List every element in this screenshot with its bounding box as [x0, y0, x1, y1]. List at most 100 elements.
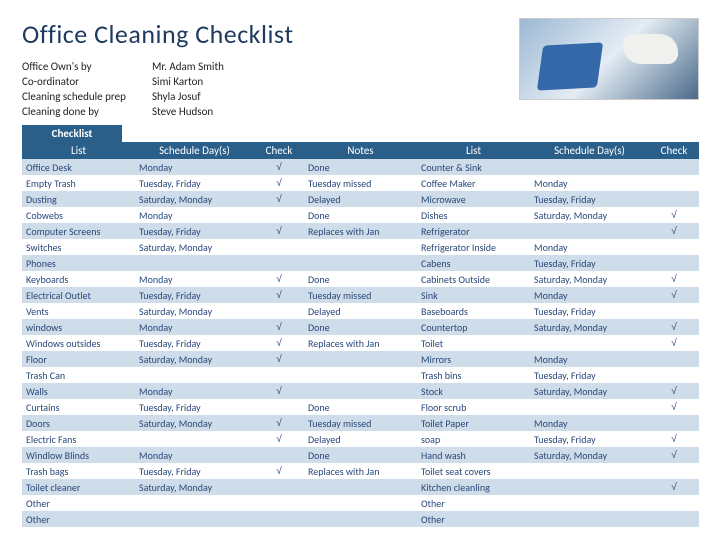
list-left: Trash bags	[22, 463, 135, 479]
list-left: Vents	[22, 303, 135, 319]
check-left	[254, 255, 304, 271]
cleaning-photo	[519, 18, 699, 100]
schedule-right	[530, 463, 649, 479]
list-right: Cabens	[417, 255, 530, 271]
list-right: Dishes	[417, 207, 530, 223]
checklist-section-label: Checklist	[22, 125, 122, 142]
table-row: Trash CanTrash binsTuesday, Friday	[22, 367, 699, 383]
list-right: Coffee Maker	[417, 175, 530, 191]
notes	[304, 383, 417, 399]
list-left: Keyboards	[22, 271, 135, 287]
notes: Done	[304, 159, 417, 175]
table-row: Windlow BlindsMondayDoneHand washSaturda…	[22, 447, 699, 463]
list-left: Phones	[22, 255, 135, 271]
list-left: Electric Fans	[22, 431, 135, 447]
table-header-row: ListSchedule Day(s)CheckNotesListSchedul…	[22, 142, 699, 159]
schedule-right: Monday	[530, 415, 649, 431]
notes: Delayed	[304, 303, 417, 319]
schedule-left: Saturday, Monday	[135, 415, 254, 431]
schedule-left: Tuesday, Friday	[135, 223, 254, 239]
list-left: Office Desk	[22, 159, 135, 175]
notes	[304, 239, 417, 255]
schedule-right	[530, 479, 649, 495]
table-row: OtherOther	[22, 495, 699, 511]
list-right: Toilet seat covers	[417, 463, 530, 479]
table-row: CobwebsMondayDoneDishesSaturday, Monday√	[22, 207, 699, 223]
notes	[304, 495, 417, 511]
check-left	[254, 479, 304, 495]
list-right: Cabinets Outside	[417, 271, 530, 287]
check-right	[649, 175, 699, 191]
table-row: Computer ScreensTuesday, Friday√Replaces…	[22, 223, 699, 239]
check-right	[649, 191, 699, 207]
meta-label: Co-ordinator	[22, 75, 152, 90]
notes	[304, 511, 417, 527]
meta-label: Cleaning schedule prep	[22, 90, 152, 105]
list-left: Floor	[22, 351, 135, 367]
list-right: Refrigerator	[417, 223, 530, 239]
schedule-left: Monday	[135, 271, 254, 287]
list-right: soap	[417, 431, 530, 447]
list-left: Windows outsides	[22, 335, 135, 351]
check-right: √	[649, 399, 699, 415]
notes	[304, 479, 417, 495]
check-left	[254, 511, 304, 527]
check-left	[254, 495, 304, 511]
list-left: Walls	[22, 383, 135, 399]
schedule-right: Tuesday, Friday	[530, 431, 649, 447]
schedule-left: Saturday, Monday	[135, 239, 254, 255]
check-right: √	[649, 335, 699, 351]
schedule-right: Monday	[530, 351, 649, 367]
schedule-left: Saturday, Monday	[135, 303, 254, 319]
check-right: √	[649, 447, 699, 463]
list-left: Doors	[22, 415, 135, 431]
schedule-right: Saturday, Monday	[530, 447, 649, 463]
meta-line: Co-ordinatorSimi Karton	[22, 75, 509, 90]
list-right: Toilet Paper	[417, 415, 530, 431]
schedule-right	[530, 335, 649, 351]
table-row: DustingSaturday, Monday√DelayedMicrowave…	[22, 191, 699, 207]
check-right: √	[649, 271, 699, 287]
meta-block: Office Cleaning Checklist Office Own's b…	[22, 18, 509, 119]
check-right: √	[649, 479, 699, 495]
notes: Done	[304, 207, 417, 223]
check-left	[254, 207, 304, 223]
table-row: Phones CabensTuesday, Friday	[22, 255, 699, 271]
check-right	[649, 367, 699, 383]
check-right	[649, 495, 699, 511]
schedule-left: Tuesday, Friday	[135, 463, 254, 479]
schedule-right	[530, 223, 649, 239]
column-header: Check	[649, 142, 699, 159]
table-row: windowsMonday√DoneCountertopSaturday, Mo…	[22, 319, 699, 335]
check-right	[649, 463, 699, 479]
list-left: Electrical Outlet	[22, 287, 135, 303]
check-right: √	[649, 383, 699, 399]
column-header: Check	[254, 142, 304, 159]
list-right: Trash bins	[417, 367, 530, 383]
check-left	[254, 303, 304, 319]
check-left: √	[254, 415, 304, 431]
list-right: Kitchen cleanling	[417, 479, 530, 495]
schedule-left: Monday	[135, 159, 254, 175]
schedule-left: Tuesday, Friday	[135, 335, 254, 351]
schedule-left	[135, 511, 254, 527]
schedule-right: Tuesday, Friday	[530, 255, 649, 271]
check-left: √	[254, 463, 304, 479]
notes: Replaces with Jan	[304, 463, 417, 479]
list-left: Other	[22, 495, 135, 511]
meta-value: Mr. Adam Smith	[152, 60, 224, 75]
notes: Delayed	[304, 191, 417, 207]
list-left: windows	[22, 319, 135, 335]
check-left: √	[254, 287, 304, 303]
column-header: List	[417, 142, 530, 159]
table-row: WallsMonday√StockSaturday, Monday√	[22, 383, 699, 399]
schedule-left: Saturday, Monday	[135, 351, 254, 367]
schedule-left: Saturday, Monday	[135, 479, 254, 495]
list-right: Hand wash	[417, 447, 530, 463]
meta-value: Shyla Josuf	[152, 90, 201, 105]
list-left: Computer Screens	[22, 223, 135, 239]
list-right: Mirrors	[417, 351, 530, 367]
check-right: √	[649, 431, 699, 447]
check-left: √	[254, 351, 304, 367]
schedule-left	[135, 431, 254, 447]
